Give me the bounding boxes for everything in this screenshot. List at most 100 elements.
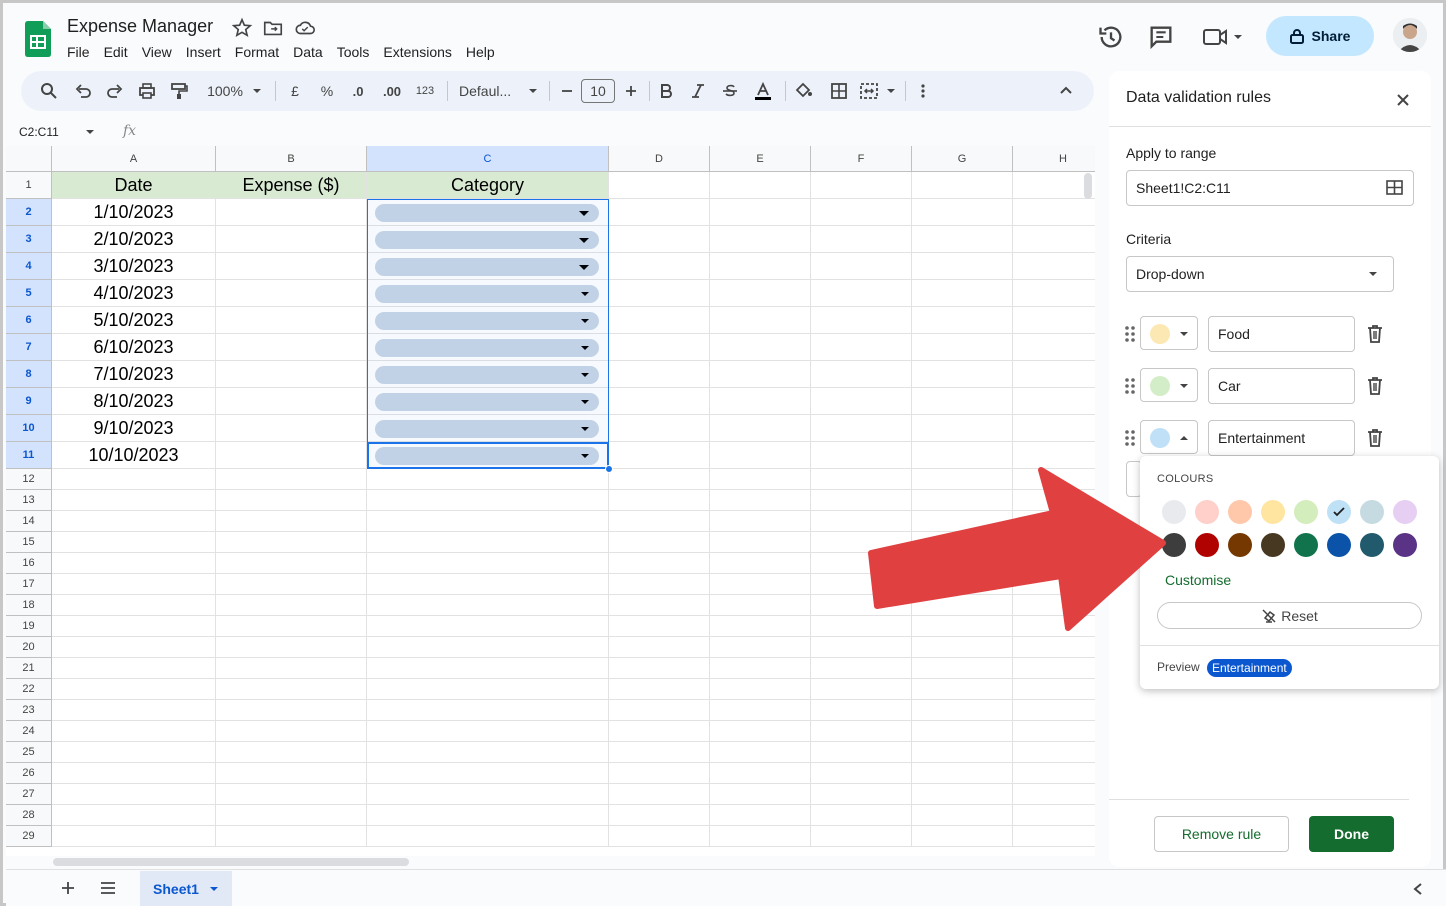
row-header-11[interactable]: 11	[6, 442, 52, 469]
color-swatch-dark[interactable]	[1327, 533, 1351, 557]
item-color-button[interactable]	[1140, 420, 1198, 454]
cell[interactable]	[1013, 334, 1095, 361]
cell[interactable]	[216, 700, 367, 721]
close-icon[interactable]	[1395, 92, 1411, 108]
column-header-f[interactable]: F	[811, 146, 912, 172]
cell[interactable]	[710, 637, 811, 658]
cell[interactable]	[811, 784, 912, 805]
cell[interactable]	[609, 490, 710, 511]
cell[interactable]	[216, 226, 367, 253]
cell[interactable]	[52, 784, 216, 805]
row-header-18[interactable]: 18	[6, 595, 52, 616]
color-swatch-dark[interactable]	[1360, 533, 1384, 557]
cell[interactable]	[710, 763, 811, 784]
cell[interactable]	[912, 361, 1013, 388]
cell[interactable]	[609, 361, 710, 388]
color-swatch-dark[interactable]	[1393, 533, 1417, 557]
date-cell[interactable]: 7/10/2023	[52, 361, 216, 388]
cell[interactable]	[1013, 679, 1095, 700]
cell[interactable]	[1013, 700, 1095, 721]
decrease-decimal-button[interactable]: .0	[347, 79, 369, 103]
date-cell[interactable]: 9/10/2023	[52, 415, 216, 442]
cell[interactable]	[216, 658, 367, 679]
cell[interactable]	[912, 805, 1013, 826]
cell[interactable]	[710, 805, 811, 826]
header-cell[interactable]: Category	[367, 172, 609, 199]
horizontal-scrollbar[interactable]	[53, 858, 409, 866]
merge-cells-icon[interactable]	[859, 79, 881, 103]
item-color-button[interactable]	[1140, 316, 1198, 350]
cell[interactable]	[710, 226, 811, 253]
cell[interactable]	[609, 442, 710, 469]
cell[interactable]	[912, 679, 1013, 700]
cell[interactable]	[216, 532, 367, 553]
date-cell[interactable]: 2/10/2023	[52, 226, 216, 253]
cell[interactable]	[912, 763, 1013, 784]
cell[interactable]	[609, 226, 710, 253]
cell[interactable]	[52, 826, 216, 847]
cell[interactable]	[1013, 280, 1095, 307]
cell[interactable]	[609, 334, 710, 361]
cell[interactable]	[710, 574, 811, 595]
font-dropdown-icon[interactable]	[527, 79, 539, 103]
menu-file[interactable]: File	[67, 44, 97, 60]
cell[interactable]	[367, 574, 609, 595]
cell[interactable]	[367, 763, 609, 784]
color-swatch-light[interactable]	[1228, 500, 1252, 524]
cell[interactable]	[216, 637, 367, 658]
cell[interactable]	[710, 784, 811, 805]
column-header-c[interactable]: C	[367, 146, 609, 172]
item-color-button[interactable]	[1140, 368, 1198, 402]
row-header-26[interactable]: 26	[6, 763, 52, 784]
cell[interactable]	[52, 490, 216, 511]
undo-icon[interactable]	[73, 79, 93, 103]
cell[interactable]	[1013, 361, 1095, 388]
cell[interactable]	[1013, 763, 1095, 784]
item-value-input[interactable]: Car	[1208, 368, 1355, 404]
select-range-icon[interactable]	[1386, 180, 1403, 195]
item-value-input[interactable]: Entertainment	[1208, 420, 1355, 456]
cell[interactable]	[216, 511, 367, 532]
color-swatch-light[interactable]	[1327, 500, 1351, 524]
currency-format-button[interactable]: £	[285, 79, 305, 103]
color-swatch-light[interactable]	[1195, 500, 1219, 524]
cell[interactable]	[216, 334, 367, 361]
cell[interactable]	[52, 469, 216, 490]
delete-icon[interactable]	[1365, 375, 1385, 397]
cell[interactable]	[912, 826, 1013, 847]
cell[interactable]	[609, 172, 710, 199]
cell[interactable]	[811, 361, 912, 388]
cell[interactable]	[216, 280, 367, 307]
cell[interactable]	[216, 784, 367, 805]
criteria-dropdown-icon[interactable]	[1368, 269, 1378, 279]
paint-format-icon[interactable]	[169, 79, 189, 103]
cell[interactable]	[216, 253, 367, 280]
cell[interactable]	[52, 553, 216, 574]
date-cell[interactable]: 6/10/2023	[52, 334, 216, 361]
cell[interactable]	[710, 742, 811, 763]
row-header-12[interactable]: 12	[6, 469, 52, 490]
strikethrough-icon[interactable]	[721, 79, 739, 103]
merge-dropdown-icon[interactable]	[885, 79, 897, 103]
remove-rule-button[interactable]: Remove rule	[1154, 816, 1289, 852]
cell[interactable]	[216, 574, 367, 595]
drag-handle-icon[interactable]	[1124, 325, 1136, 343]
cell[interactable]	[52, 658, 216, 679]
menu-insert[interactable]: Insert	[186, 44, 228, 60]
cell[interactable]	[710, 442, 811, 469]
cell[interactable]	[710, 415, 811, 442]
decrease-font-size-icon[interactable]	[559, 79, 575, 103]
cell[interactable]	[710, 511, 811, 532]
cell[interactable]	[710, 616, 811, 637]
cell[interactable]	[811, 637, 912, 658]
cell[interactable]	[811, 742, 912, 763]
sheet-tab[interactable]: Sheet1	[140, 871, 232, 906]
select-all-corner[interactable]	[6, 146, 52, 172]
cell[interactable]	[609, 637, 710, 658]
percent-format-button[interactable]: %	[317, 79, 337, 103]
cell[interactable]	[367, 532, 609, 553]
cell[interactable]	[912, 199, 1013, 226]
cell[interactable]	[367, 805, 609, 826]
cell[interactable]	[609, 784, 710, 805]
color-swatch-dark[interactable]	[1261, 533, 1285, 557]
